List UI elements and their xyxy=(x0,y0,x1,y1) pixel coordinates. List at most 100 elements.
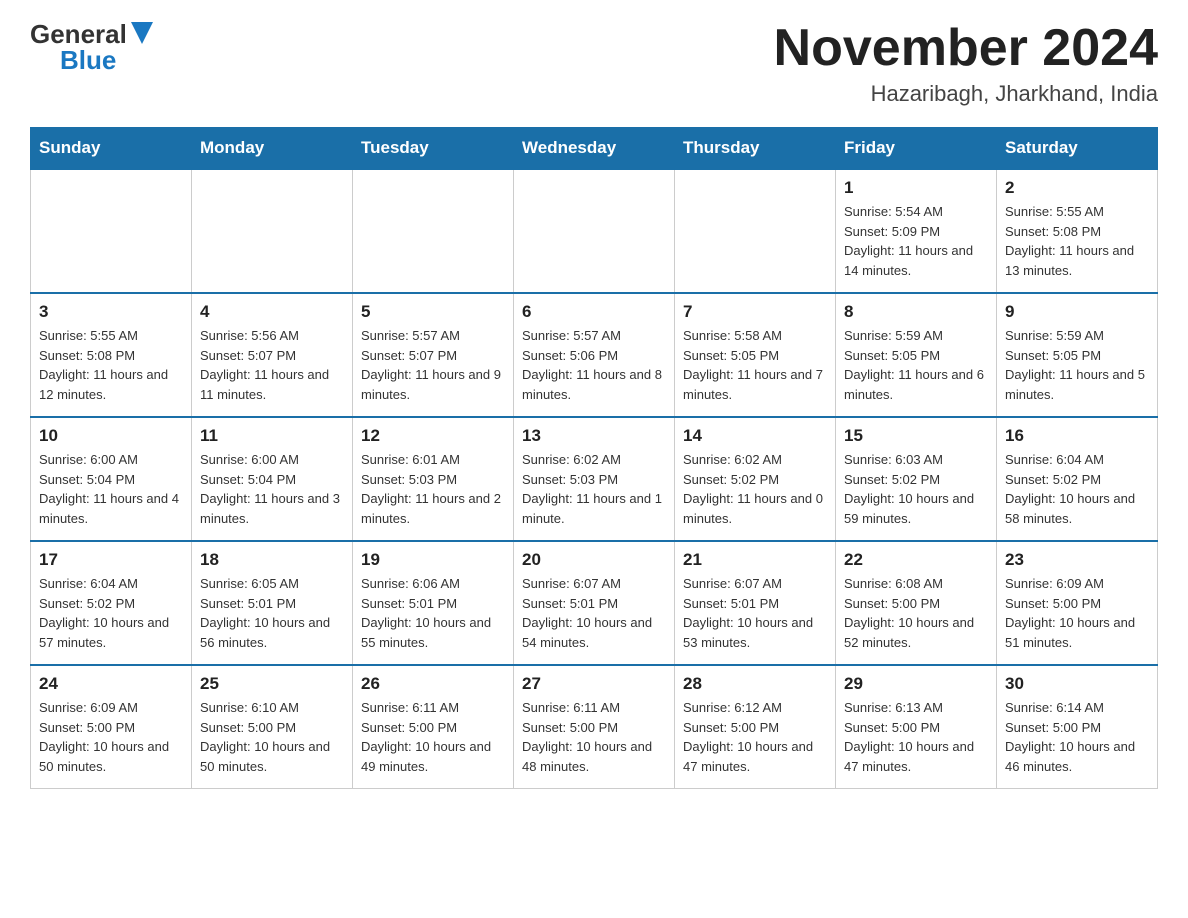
day-number: 29 xyxy=(844,674,988,694)
logo: General Blue xyxy=(30,20,153,74)
day-info: Sunrise: 6:00 AM Sunset: 5:04 PM Dayligh… xyxy=(200,450,344,528)
day-info: Sunrise: 6:09 AM Sunset: 5:00 PM Dayligh… xyxy=(39,698,183,776)
calendar-cell: 18 Sunrise: 6:05 AM Sunset: 5:01 PM Dayli… xyxy=(192,541,353,665)
calendar-cell: 28Sunrise: 6:12 AM Sunset: 5:00 PM Dayli… xyxy=(675,665,836,789)
header-row: SundayMondayTuesdayWednesdayThursdayFrid… xyxy=(31,128,1158,170)
calendar-cell: 25 Sunrise: 6:10 AM Sunset: 5:00 PM Dayli… xyxy=(192,665,353,789)
day-info: Sunrise: 6:03 AM Sunset: 5:02 PM Dayligh… xyxy=(844,450,988,528)
calendar-cell: 4 Sunrise: 5:56 AM Sunset: 5:07 PM Daylig… xyxy=(192,293,353,417)
calendar-body: 1Sunrise: 5:54 AM Sunset: 5:09 PM Daylig… xyxy=(31,169,1158,789)
day-info: Sunrise: 6:05 AM Sunset: 5:01 PM Dayligh… xyxy=(200,574,344,652)
calendar-cell: 17 Sunrise: 6:04 AM Sunset: 5:02 PM Dayli… xyxy=(31,541,192,665)
calendar-cell: 14 Sunrise: 6:02 AM Sunset: 5:02 PM Dayli… xyxy=(675,417,836,541)
day-number: 6 xyxy=(522,302,666,322)
month-title: November 2024 xyxy=(774,20,1158,77)
calendar-cell: 30 Sunrise: 6:14 AM Sunset: 5:00 PM Dayli… xyxy=(997,665,1158,789)
title-block: November 2024 Hazaribagh, Jharkhand, Ind… xyxy=(774,20,1158,107)
day-number: 17 xyxy=(39,550,183,570)
day-number: 25 xyxy=(200,674,344,694)
day-number: 15 xyxy=(844,426,988,446)
day-info: Sunrise: 5:58 AM Sunset: 5:05 PM Dayligh… xyxy=(683,326,827,404)
calendar-cell: 5Sunrise: 5:57 AM Sunset: 5:07 PM Daylig… xyxy=(353,293,514,417)
week-row-4: 17 Sunrise: 6:04 AM Sunset: 5:02 PM Dayli… xyxy=(31,541,1158,665)
day-number: 19 xyxy=(361,550,505,570)
day-info: Sunrise: 5:59 AM Sunset: 5:05 PM Dayligh… xyxy=(844,326,988,404)
day-number: 30 xyxy=(1005,674,1149,694)
day-number: 9 xyxy=(1005,302,1149,322)
day-number: 4 xyxy=(200,302,344,322)
column-header-sunday: Sunday xyxy=(31,128,192,170)
day-info: Sunrise: 6:06 AM Sunset: 5:01 PM Dayligh… xyxy=(361,574,505,652)
day-number: 3 xyxy=(39,302,183,322)
day-number: 18 xyxy=(200,550,344,570)
day-number: 20 xyxy=(522,550,666,570)
calendar-cell: 23Sunrise: 6:09 AM Sunset: 5:00 PM Dayli… xyxy=(997,541,1158,665)
calendar-cell: 27Sunrise: 6:11 AM Sunset: 5:00 PM Dayli… xyxy=(514,665,675,789)
day-info: Sunrise: 6:04 AM Sunset: 5:02 PM Dayligh… xyxy=(39,574,183,652)
day-info: Sunrise: 6:14 AM Sunset: 5:00 PM Dayligh… xyxy=(1005,698,1149,776)
day-number: 24 xyxy=(39,674,183,694)
day-info: Sunrise: 6:00 AM Sunset: 5:04 PM Dayligh… xyxy=(39,450,183,528)
calendar-cell: 15 Sunrise: 6:03 AM Sunset: 5:02 PM Dayli… xyxy=(836,417,997,541)
day-info: Sunrise: 5:59 AM Sunset: 5:05 PM Dayligh… xyxy=(1005,326,1149,404)
day-info: Sunrise: 5:54 AM Sunset: 5:09 PM Dayligh… xyxy=(844,202,988,280)
calendar-cell: 1Sunrise: 5:54 AM Sunset: 5:09 PM Daylig… xyxy=(836,169,997,293)
column-header-saturday: Saturday xyxy=(997,128,1158,170)
column-header-wednesday: Wednesday xyxy=(514,128,675,170)
logo-arrow-icon xyxy=(131,22,153,44)
week-row-5: 24 Sunrise: 6:09 AM Sunset: 5:00 PM Dayli… xyxy=(31,665,1158,789)
day-info: Sunrise: 5:57 AM Sunset: 5:06 PM Dayligh… xyxy=(522,326,666,404)
calendar-header: SundayMondayTuesdayWednesdayThursdayFrid… xyxy=(31,128,1158,170)
day-number: 8 xyxy=(844,302,988,322)
day-info: Sunrise: 6:02 AM Sunset: 5:03 PM Dayligh… xyxy=(522,450,666,528)
day-number: 16 xyxy=(1005,426,1149,446)
calendar-cell: 21 Sunrise: 6:07 AM Sunset: 5:01 PM Dayli… xyxy=(675,541,836,665)
calendar-cell: 19 Sunrise: 6:06 AM Sunset: 5:01 PM Dayli… xyxy=(353,541,514,665)
day-number: 11 xyxy=(200,426,344,446)
day-info: Sunrise: 6:10 AM Sunset: 5:00 PM Dayligh… xyxy=(200,698,344,776)
day-info: Sunrise: 6:08 AM Sunset: 5:00 PM Dayligh… xyxy=(844,574,988,652)
day-number: 28 xyxy=(683,674,827,694)
logo-general-text: General xyxy=(30,21,127,47)
logo-blue-text: Blue xyxy=(60,45,116,75)
day-number: 13 xyxy=(522,426,666,446)
calendar-cell: 13 Sunrise: 6:02 AM Sunset: 5:03 PM Dayli… xyxy=(514,417,675,541)
day-number: 14 xyxy=(683,426,827,446)
calendar-cell: 8 Sunrise: 5:59 AM Sunset: 5:05 PM Daylig… xyxy=(836,293,997,417)
day-info: Sunrise: 5:55 AM Sunset: 5:08 PM Dayligh… xyxy=(39,326,183,404)
column-header-friday: Friday xyxy=(836,128,997,170)
calendar-table: SundayMondayTuesdayWednesdayThursdayFrid… xyxy=(30,127,1158,789)
day-number: 5 xyxy=(361,302,505,322)
calendar-cell: 2 Sunrise: 5:55 AM Sunset: 5:08 PM Daylig… xyxy=(997,169,1158,293)
day-info: Sunrise: 6:09 AM Sunset: 5:00 PM Dayligh… xyxy=(1005,574,1149,652)
column-header-thursday: Thursday xyxy=(675,128,836,170)
day-info: Sunrise: 6:01 AM Sunset: 5:03 PM Dayligh… xyxy=(361,450,505,528)
calendar-cell: 29Sunrise: 6:13 AM Sunset: 5:00 PM Dayli… xyxy=(836,665,997,789)
day-number: 26 xyxy=(361,674,505,694)
calendar-cell: 12 Sunrise: 6:01 AM Sunset: 5:03 PM Dayli… xyxy=(353,417,514,541)
day-info: Sunrise: 6:07 AM Sunset: 5:01 PM Dayligh… xyxy=(522,574,666,652)
location-text: Hazaribagh, Jharkhand, India xyxy=(774,81,1158,107)
day-info: Sunrise: 6:02 AM Sunset: 5:02 PM Dayligh… xyxy=(683,450,827,528)
day-info: Sunrise: 6:04 AM Sunset: 5:02 PM Dayligh… xyxy=(1005,450,1149,528)
calendar-cell xyxy=(192,169,353,293)
calendar-cell xyxy=(675,169,836,293)
day-number: 12 xyxy=(361,426,505,446)
day-info: Sunrise: 6:11 AM Sunset: 5:00 PM Dayligh… xyxy=(522,698,666,776)
day-info: Sunrise: 6:07 AM Sunset: 5:01 PM Dayligh… xyxy=(683,574,827,652)
column-header-tuesday: Tuesday xyxy=(353,128,514,170)
day-info: Sunrise: 5:56 AM Sunset: 5:07 PM Dayligh… xyxy=(200,326,344,404)
day-number: 22 xyxy=(844,550,988,570)
week-row-2: 3 Sunrise: 5:55 AM Sunset: 5:08 PM Daylig… xyxy=(31,293,1158,417)
day-info: Sunrise: 6:11 AM Sunset: 5:00 PM Dayligh… xyxy=(361,698,505,776)
calendar-cell: 9 Sunrise: 5:59 AM Sunset: 5:05 PM Daylig… xyxy=(997,293,1158,417)
calendar-cell: 10Sunrise: 6:00 AM Sunset: 5:04 PM Dayli… xyxy=(31,417,192,541)
calendar-cell: 26 Sunrise: 6:11 AM Sunset: 5:00 PM Dayli… xyxy=(353,665,514,789)
calendar-cell: 20 Sunrise: 6:07 AM Sunset: 5:01 PM Dayli… xyxy=(514,541,675,665)
calendar-cell xyxy=(353,169,514,293)
day-number: 2 xyxy=(1005,178,1149,198)
page-header: General Blue November 2024 Hazaribagh, J… xyxy=(30,20,1158,107)
day-info: Sunrise: 5:55 AM Sunset: 5:08 PM Dayligh… xyxy=(1005,202,1149,280)
day-number: 21 xyxy=(683,550,827,570)
calendar-cell: 11 Sunrise: 6:00 AM Sunset: 5:04 PM Dayli… xyxy=(192,417,353,541)
